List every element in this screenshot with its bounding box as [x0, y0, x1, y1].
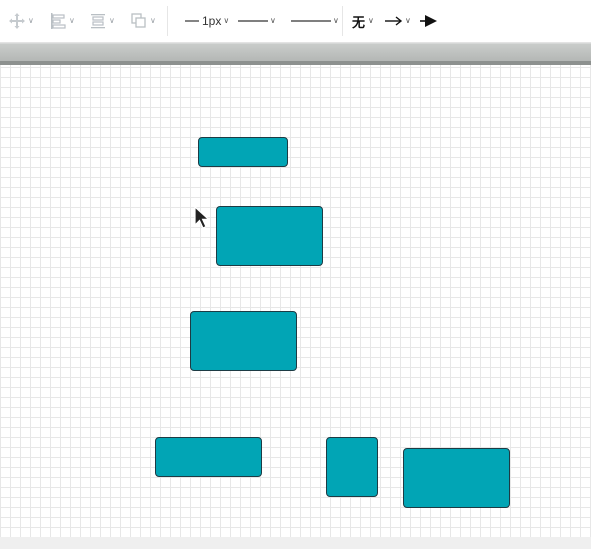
- toolbar-separator: [167, 6, 168, 36]
- line-width-value: 1px: [202, 14, 222, 28]
- layers-icon: [131, 13, 146, 28]
- rectangle-shape[interactable]: [326, 437, 378, 497]
- rectangle-shape[interactable]: [155, 437, 262, 477]
- chevron-down-icon: ∨: [69, 16, 75, 25]
- end-arrow-dropdown[interactable]: ∨: [385, 10, 411, 32]
- solid-line-icon: [238, 20, 268, 22]
- line-dash-dropdown[interactable]: ∨: [291, 10, 339, 32]
- arrow-head-button[interactable]: [420, 10, 438, 32]
- line-style-dropdown[interactable]: ∨: [238, 10, 276, 32]
- line-width-dropdown[interactable]: 1px ∨: [185, 10, 229, 32]
- align-left-icon: [51, 13, 66, 29]
- toolbar: ∨ ∨ ∨ ∨ 1px ∨ ∨ ∨ 无 ∨ ∨: [0, 0, 591, 43]
- rectangle-shape[interactable]: [403, 448, 510, 508]
- chevron-down-icon: ∨: [150, 16, 156, 25]
- group-button[interactable]: ∨: [130, 10, 156, 32]
- chevron-down-icon: ∨: [109, 16, 115, 25]
- bottom-scroll-bar[interactable]: [0, 537, 591, 549]
- rectangle-shape[interactable]: [190, 311, 297, 371]
- distribute-icon: [91, 14, 105, 29]
- arrow-right-icon: [385, 16, 403, 26]
- triangle-arrow-icon: [420, 15, 437, 27]
- panel-divider-bar: [0, 43, 591, 62]
- chevron-down-icon: ∨: [270, 16, 276, 25]
- chevron-down-icon: ∨: [333, 16, 339, 25]
- move-arrows-icon: [9, 13, 25, 29]
- rectangle-shape[interactable]: [216, 206, 323, 266]
- chevron-down-icon: ∨: [368, 16, 374, 25]
- dashed-line-icon: [291, 20, 331, 22]
- line-width-icon: [185, 20, 199, 22]
- drawing-canvas[interactable]: [0, 65, 591, 537]
- mouse-cursor-icon: [194, 205, 211, 229]
- chevron-down-icon: ∨: [28, 16, 34, 25]
- distribute-button[interactable]: ∨: [89, 10, 115, 32]
- toolbar-separator: [342, 6, 343, 36]
- start-arrow-dropdown[interactable]: 无 ∨: [352, 10, 374, 32]
- chevron-down-icon: ∨: [223, 16, 230, 25]
- start-arrow-value: 无: [352, 14, 366, 30]
- arrange-button[interactable]: ∨: [8, 10, 34, 32]
- align-button[interactable]: ∨: [49, 10, 75, 32]
- rectangle-shape[interactable]: [198, 137, 288, 167]
- chevron-down-icon: ∨: [405, 16, 411, 25]
